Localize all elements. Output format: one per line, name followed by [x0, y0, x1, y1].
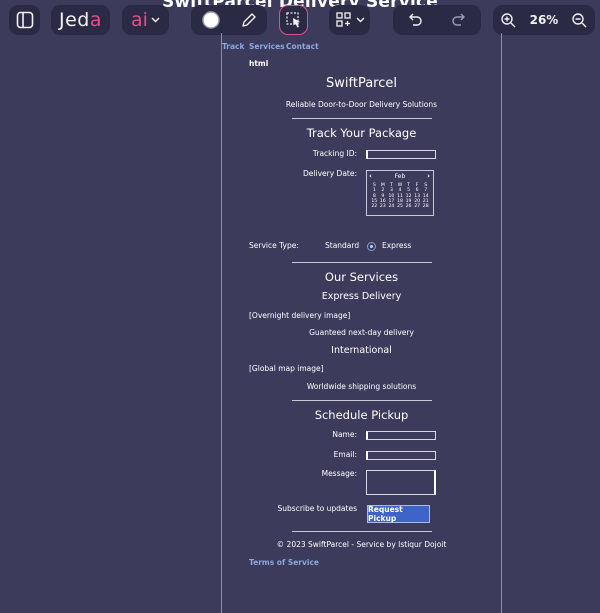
calendar-day[interactable]: 24 — [387, 204, 396, 209]
draw-tools-group — [191, 5, 267, 35]
tracking-id-label: Tracking ID: — [312, 149, 357, 158]
express-title: Express Delivery — [321, 291, 402, 302]
name-input[interactable] — [366, 431, 436, 440]
calendar-month: Feb — [394, 173, 406, 180]
email-input[interactable] — [366, 451, 436, 460]
zoom-out-button[interactable] — [571, 5, 588, 35]
ai-menu-button[interactable]: ai — [122, 5, 169, 35]
brand-logo[interactable]: Jeda — [51, 5, 110, 35]
divider — [292, 262, 432, 263]
track-heading: Track Your Package — [306, 126, 417, 140]
page-subtitle: Reliable Door-to-Door Delivery Solutions — [285, 100, 438, 109]
chevron-down-icon — [356, 17, 364, 23]
calendar-day[interactable]: 28 — [421, 204, 430, 209]
undo-button[interactable] — [406, 5, 424, 35]
brand-prefix: Jed — [58, 9, 90, 31]
calendar-grid: S M T W T F S 1 2 3 4 5 6 7 8 9 10 11 12 13 14 15 16 17 18 19 20 21… — [370, 183, 430, 209]
express-description: Guanteed next-day delivery — [309, 328, 414, 337]
chevron-right-icon[interactable]: › — [427, 172, 430, 180]
calendar-day[interactable]: 26 — [404, 204, 413, 209]
sidebar-panel-icon — [16, 11, 33, 29]
message-textarea[interactable] — [366, 470, 436, 495]
nav-link-contact[interactable]: Contact — [286, 42, 319, 51]
divider — [292, 118, 432, 119]
fill-color-button[interactable] — [201, 5, 221, 35]
zoom-out-icon — [572, 12, 587, 27]
email-label: Email: — [333, 450, 357, 459]
express-radio[interactable] — [367, 242, 376, 251]
brand-accent: a — [89, 9, 102, 31]
selection-cursor-icon — [285, 12, 300, 28]
subscribe-label: Subscribe to updates — [277, 504, 357, 513]
page-canvas[interactable]: Track Services Contact html SwiftParcel … — [221, 33, 502, 613]
tracking-id-input[interactable] — [366, 150, 436, 159]
select-tool-button[interactable] — [279, 5, 308, 35]
services-heading: Our Services — [324, 270, 399, 284]
element-tag-label: html — [249, 59, 269, 68]
grid-plus-icon — [335, 12, 351, 27]
zoom-in-button[interactable] — [500, 5, 517, 35]
international-description: Worldwide shipping solutions — [306, 382, 417, 391]
express-image-placeholder: [Overnight delivery image] — [249, 311, 351, 320]
sidebar-toggle-button[interactable] — [9, 5, 40, 35]
pickup-heading: Schedule Pickup — [314, 408, 409, 422]
calendar-day[interactable]: 23 — [379, 204, 388, 209]
divider — [292, 531, 432, 532]
terms-link[interactable]: Terms of Service — [249, 558, 319, 567]
ai-label: ai — [131, 9, 148, 31]
international-title: International — [331, 345, 392, 356]
international-image-placeholder: [Global map image] — [249, 364, 324, 373]
pen-tool-button[interactable] — [240, 5, 258, 35]
option-standard-label: Standard — [325, 241, 360, 250]
request-pickup-button[interactable]: Request Pickup — [367, 505, 430, 523]
name-label: Name: — [332, 430, 357, 439]
redo-icon — [452, 13, 465, 26]
footer-copyright: © 2023 SwiftParcel - Service by Istiqur … — [276, 540, 447, 549]
calendar-day[interactable]: 27 — [413, 204, 422, 209]
divider — [292, 400, 432, 401]
nav-link-services[interactable]: Services — [249, 42, 285, 51]
redo-button[interactable] — [450, 5, 468, 35]
zoom-level[interactable]: 26% — [530, 13, 559, 27]
color-circle-icon — [201, 11, 220, 29]
nav-link-track[interactable]: Track — [222, 42, 245, 51]
zoom-in-icon — [500, 12, 516, 27]
zoom-group: 26% — [493, 5, 595, 35]
add-element-button[interactable] — [329, 5, 370, 35]
date-picker[interactable]: ‹ Feb › S M T W T F S 1 2 3 4 5 6 7 8 9 10 11 12 13 14 15 16 17… — [366, 170, 434, 216]
delivery-date-label: Delivery Date: — [303, 169, 357, 178]
pencil-icon — [241, 13, 256, 27]
service-type-label: Service Type: — [249, 241, 299, 250]
calendar-day[interactable]: 22 — [370, 204, 379, 209]
history-group — [393, 5, 481, 35]
option-express-label: Express — [382, 241, 412, 250]
message-label: Message: — [321, 469, 357, 478]
page-title: SwiftParcel — [326, 76, 397, 91]
undo-icon — [409, 13, 422, 26]
calendar-day[interactable]: 25 — [396, 204, 405, 209]
chevron-down-icon — [151, 17, 160, 23]
